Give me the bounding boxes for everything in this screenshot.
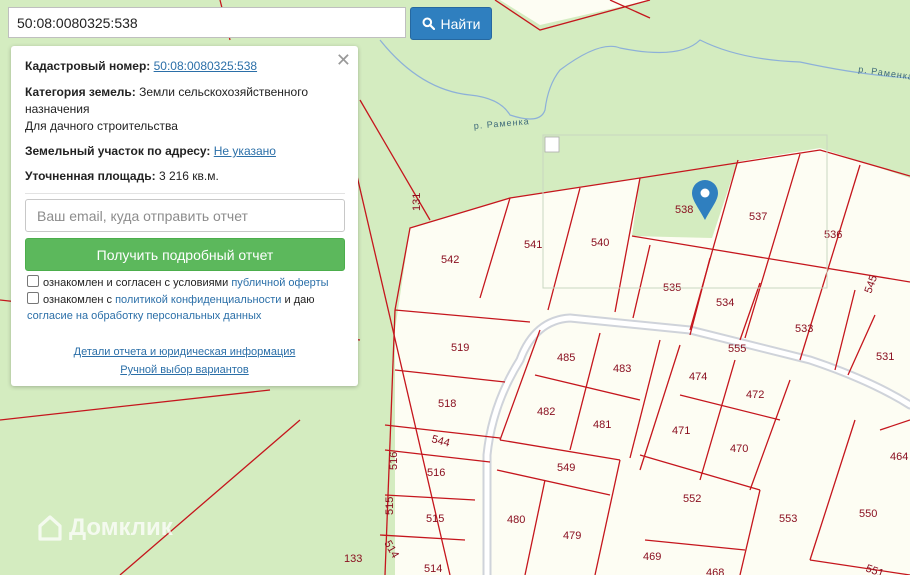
- svg-text:555: 555: [728, 343, 746, 355]
- info-panel: ✕ Кадастровый номер: 50:08:0080325:538 К…: [11, 46, 358, 386]
- svg-text:131: 131: [411, 193, 423, 211]
- usage-value: Для дачного строительства: [25, 119, 178, 133]
- svg-text:534: 534: [716, 297, 734, 309]
- privacy-policy-link[interactable]: политикой конфиденциальности: [115, 294, 281, 306]
- cadastral-number-link[interactable]: 50:08:0080325:538: [154, 59, 257, 73]
- offer-consent-text: ознакомлен и согласен с условиями: [43, 277, 229, 289]
- offer-checkbox[interactable]: [27, 275, 39, 287]
- svg-text:474: 474: [689, 371, 707, 383]
- svg-text:537: 537: [749, 211, 767, 223]
- address-link[interactable]: Не указано: [214, 144, 276, 158]
- svg-text:515: 515: [426, 513, 444, 525]
- svg-text:482: 482: [537, 406, 555, 418]
- svg-text:516: 516: [388, 452, 400, 470]
- svg-text:470: 470: [730, 443, 748, 455]
- svg-text:481: 481: [593, 419, 611, 431]
- watermark-text: Домклик: [69, 514, 173, 541]
- close-icon[interactable]: ✕: [336, 51, 351, 69]
- svg-text:469: 469: [643, 551, 661, 563]
- svg-text:538: 538: [675, 204, 693, 216]
- address-label: Земельный участок по адресу:: [25, 144, 211, 158]
- offer-consent: ознакомлен и согласен с условиями публич…: [27, 275, 345, 291]
- email-field[interactable]: [25, 199, 345, 232]
- svg-text:516: 516: [427, 467, 445, 479]
- search-input[interactable]: [8, 7, 406, 38]
- svg-text:471: 471: [672, 425, 690, 437]
- svg-text:541: 541: [524, 239, 542, 251]
- privacy-consent-mid: и даю: [284, 294, 315, 306]
- svg-text:518: 518: [438, 398, 456, 410]
- area-label: Уточненная площадь:: [25, 169, 156, 183]
- area-value: 3 216 кв.м.: [158, 169, 219, 183]
- svg-text:514: 514: [424, 563, 442, 575]
- report-details-link[interactable]: Детали отчета и юридическая информация: [74, 346, 296, 358]
- privacy-consent: ознакомлен с политикой конфиденциальност…: [27, 292, 345, 324]
- get-report-button[interactable]: Получить подробный отчет: [25, 238, 345, 271]
- svg-text:468: 468: [706, 567, 724, 575]
- svg-text:472: 472: [746, 389, 764, 401]
- svg-text:133: 133: [344, 553, 362, 565]
- svg-text:464: 464: [890, 451, 908, 463]
- cadastral-label: Кадастровый номер:: [25, 59, 151, 73]
- personal-data-link[interactable]: согласие на обработку персональных данны…: [27, 310, 261, 322]
- category-label: Категория земель:: [25, 85, 136, 99]
- privacy-checkbox[interactable]: [27, 292, 39, 304]
- area-row: Уточненная площадь: 3 216 кв.м.: [25, 168, 335, 185]
- svg-text:485: 485: [557, 352, 575, 364]
- svg-text:540: 540: [591, 237, 609, 249]
- privacy-consent-text: ознакомлен с: [43, 294, 113, 306]
- search-icon: [422, 17, 435, 30]
- svg-text:531: 531: [876, 351, 894, 363]
- svg-text:549: 549: [557, 462, 575, 474]
- svg-text:519: 519: [451, 342, 469, 354]
- offer-link[interactable]: публичной оферты: [231, 277, 328, 289]
- svg-text:479: 479: [563, 530, 581, 542]
- svg-text:550: 550: [859, 508, 877, 520]
- search-button[interactable]: Найти: [410, 7, 492, 40]
- house-logo-icon: [38, 515, 62, 541]
- divider: [25, 193, 345, 194]
- address-row: Земельный участок по адресу: Не указано: [25, 143, 335, 160]
- svg-text:515: 515: [384, 497, 396, 515]
- svg-text:542: 542: [441, 254, 459, 266]
- svg-text:533: 533: [795, 323, 813, 335]
- svg-text:553: 553: [779, 513, 797, 525]
- domclick-watermark: Домклик: [37, 514, 173, 542]
- svg-text:483: 483: [613, 363, 631, 375]
- svg-text:552: 552: [683, 493, 701, 505]
- cadastral-row: Кадастровый номер: 50:08:0080325:538: [25, 58, 335, 75]
- svg-text:480: 480: [507, 514, 525, 526]
- category-row: Категория земель: Земли сельскохозяйстве…: [25, 84, 335, 135]
- manual-selection-link[interactable]: Ручной выбор вариантов: [120, 364, 248, 376]
- search-button-label: Найти: [440, 15, 481, 32]
